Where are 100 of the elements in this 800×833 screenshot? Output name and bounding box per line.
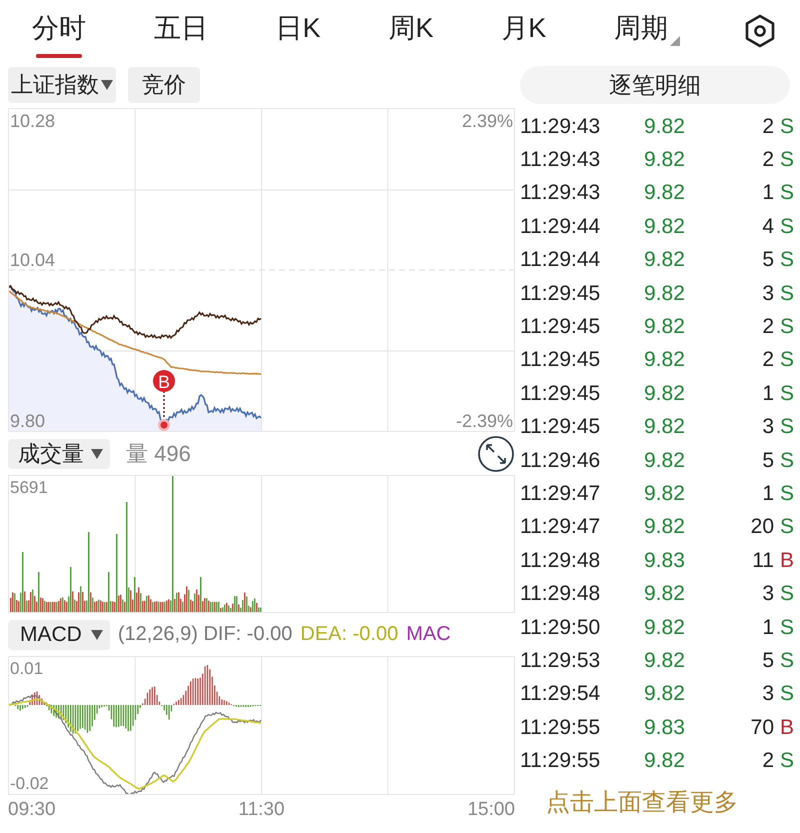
trade-volume: 5 [761,248,774,272]
trade-time: 11:29:45 [520,282,602,306]
trade-price: 9.82 [644,382,686,406]
trade-side: S [778,382,795,406]
trade-side: S [778,448,795,473]
trade-side: S [778,648,795,673]
trade-side: S [778,415,795,440]
trade-volume: 2 [761,348,774,372]
time-label: 11:30 [238,799,285,821]
trade-time: 11:29:48 [520,582,602,606]
index-selector[interactable]: 上证指数 [8,67,116,103]
trade-time: 11:29:54 [520,682,602,706]
trade-side: S [778,315,795,340]
trade-side: S [778,214,795,239]
trade-time: 11:29:48 [520,548,602,573]
trade-time: 11:29:46 [520,448,602,473]
indicator-selector[interactable]: MACD [8,620,110,650]
trade-price: 9.82 [644,114,686,139]
tab[interactable]: 五日 [150,4,212,58]
trade-time: 11:29:43 [520,148,602,172]
trade-side: S [778,682,795,706]
trade-time: 11:29:47 [520,515,602,540]
trade-time: 11:29:43 [520,114,602,139]
trade-time: 11:29:45 [520,382,602,406]
axis-label: 9.80 [10,411,46,431]
trade-volume: 3 [761,582,774,606]
tab[interactable]: 日K [272,4,325,58]
trade-side: S [778,582,795,606]
trade-price: 9.82 [644,749,686,774]
trade-volume: 5 [761,648,774,673]
trade-price: 9.82 [644,282,686,306]
trade-side: S [778,749,795,774]
trade-price: 9.83 [644,716,686,740]
axis-label: -0.02 [10,774,49,794]
trade-price: 9.82 [644,214,686,239]
trade-side: S [778,248,795,272]
trade-price: 9.82 [644,582,686,606]
time-label: 09:30 [8,799,56,821]
trade-volume: 20 [750,515,774,540]
dea-value: DEA: -0.00 [300,623,398,646]
trade-time: 11:29:53 [520,648,602,673]
indicator-selector[interactable]: 成交量 [8,438,110,468]
volume-reading: 量 496 [126,440,192,468]
trade-side: B [778,716,795,740]
trade-side: S [778,616,795,640]
trade-time: 11:29:44 [520,214,602,239]
trade-price: 9.82 [644,448,686,473]
trade-volume: 1 [761,181,774,206]
trade-volume: 1 [761,382,774,406]
trade-price: 9.82 [644,415,686,440]
trade-price: 9.82 [644,648,686,673]
trade-time: 11:29:45 [520,348,602,372]
auction-button[interactable]: 竞价 [128,67,200,103]
trade-detail-button[interactable]: 逐笔明细 [520,66,790,104]
trade-time: 11:29:45 [520,415,602,440]
tab[interactable]: 月K [497,4,550,58]
trade-time: 11:29:47 [520,482,602,506]
trade-time: 11:29:45 [520,315,602,340]
trade-time: 11:29:43 [520,181,602,206]
axis-label: 10.04 [10,250,56,270]
trade-volume: 3 [761,415,774,440]
tab[interactable]: 分时 [28,4,90,58]
trade-volume: 1 [761,482,774,506]
trade-price: 9.83 [644,548,686,573]
trade-price: 9.82 [644,181,686,206]
trade-side: S [778,181,795,206]
tab[interactable]: 周期 [610,4,684,58]
trade-volume: 3 [761,282,774,306]
trade-side: S [778,114,795,139]
trade-volume: 2 [761,148,774,172]
trade-side: S [778,515,795,540]
trade-side: S [778,282,795,306]
trade-volume: 1 [761,616,774,640]
trade-time: 11:29:55 [520,716,602,740]
trade-price: 9.82 [644,515,686,540]
trade-time: 11:29:55 [520,749,602,774]
trade-time: 11:29:50 [520,616,602,640]
percent-label: -2.39% [456,411,513,431]
trade-price: 9.82 [644,682,686,706]
trade-price: 9.82 [644,315,686,340]
trade-price: 9.82 [644,248,686,272]
trade-price: 9.82 [644,616,686,640]
trade-price: 9.82 [644,482,686,506]
trade-volume: 3 [761,682,774,706]
trade-price: 9.82 [644,348,686,372]
trade-volume: 11 [751,548,774,573]
tab[interactable]: 周K [384,4,438,58]
trade-volume: 2 [761,114,774,139]
axis-label: 0.01 [10,659,44,679]
trade-volume: 4 [761,214,774,239]
trade-volume: 2 [761,749,774,774]
trade-price: 9.82 [644,148,686,172]
trade-volume: 70 [750,716,774,740]
macd-params: (12,26,9) DIF: -0.00 [118,623,292,646]
trade-side: S [778,348,795,372]
trade-volume: 5 [761,448,774,473]
percent-label: 2.39% [462,111,513,131]
trade-side: S [778,482,795,506]
axis-label: 10.28 [10,111,56,131]
trade-volume: 2 [761,315,774,340]
